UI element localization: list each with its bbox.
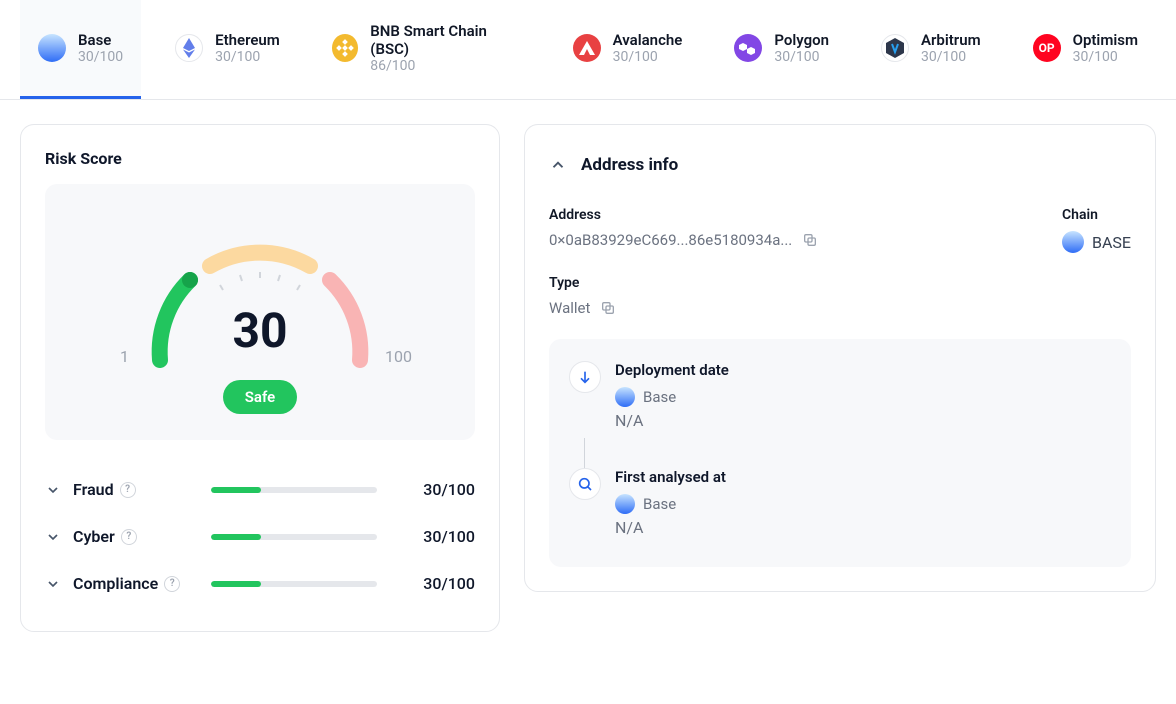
- risk-score-value: 30: [232, 302, 287, 359]
- tab-bnb-smart-chain-bsc-[interactable]: BNB Smart Chain (BSC)86/100: [314, 0, 539, 99]
- avalanche-icon: [573, 34, 601, 62]
- chain-value: BASE: [1092, 233, 1131, 252]
- tab-score: 30/100: [78, 49, 123, 65]
- metric-bar: [211, 534, 377, 540]
- chevron-down-icon: [45, 482, 61, 498]
- gauge-box: 1 100 30 Safe: [45, 184, 475, 440]
- base-icon: [38, 34, 66, 62]
- timeline-chain: Base: [615, 387, 1111, 407]
- safe-badge: Safe: [223, 380, 297, 414]
- tab-name: Optimism: [1073, 31, 1138, 49]
- optimism-icon: OP: [1033, 34, 1061, 62]
- address-label: Address: [549, 207, 1014, 223]
- base-chain-icon: [615, 494, 635, 514]
- address-value: 0×0aB83929eC669...86e5180934a...: [549, 231, 792, 249]
- timeline-item: Deployment date Base N/A: [569, 361, 1111, 430]
- metric-row-fraud[interactable]: Fraud ? 30/100: [45, 466, 475, 513]
- tab-arbitrum[interactable]: Arbitrum30/100: [863, 0, 999, 99]
- tab-base[interactable]: Base30/100: [20, 0, 141, 99]
- metric-score: 30/100: [407, 574, 475, 593]
- tab-score: 86/100: [370, 58, 520, 74]
- metric-row-compliance[interactable]: Compliance ? 30/100: [45, 560, 475, 607]
- main-content: Risk Score: [0, 100, 1176, 656]
- ethereum-icon: [175, 34, 203, 62]
- tab-score: 30/100: [1073, 49, 1138, 65]
- metric-name: Cyber ?: [73, 527, 181, 546]
- metric-name: Fraud ?: [73, 480, 181, 499]
- arbitrum-icon: [881, 34, 909, 62]
- metric-bar: [211, 487, 377, 493]
- polygon-icon: [734, 34, 762, 62]
- gauge-max: 100: [385, 347, 412, 366]
- tab-name: Ethereum: [215, 31, 280, 49]
- timeline-title: Deployment date: [615, 361, 1111, 379]
- metric-row-cyber[interactable]: Cyber ? 30/100: [45, 513, 475, 560]
- chevron-down-icon: [45, 529, 61, 545]
- type-label: Type: [549, 275, 616, 291]
- tab-score: 30/100: [215, 49, 280, 65]
- address-info-header[interactable]: Address info: [549, 149, 1131, 189]
- help-icon[interactable]: ?: [164, 576, 180, 592]
- tab-name: BNB Smart Chain (BSC): [370, 22, 520, 58]
- timeline-value: N/A: [615, 518, 1111, 537]
- chain-tabs: Base30/100Ethereum30/100BNB Smart Chain …: [0, 0, 1176, 100]
- timeline-icon: [569, 468, 601, 500]
- timeline-card: Deployment date Base N/A First analysed at B…: [549, 339, 1131, 567]
- metrics-list: Fraud ? 30/100 Cyber ? 30/100 Compliance ? 30…: [45, 466, 475, 607]
- arrow-down-icon: [577, 369, 593, 385]
- risk-score-title: Risk Score: [45, 149, 475, 168]
- chevron-up-icon: [549, 156, 567, 174]
- bnb-smart-chain-bsc--icon: [332, 34, 358, 62]
- copy-icon[interactable]: [600, 300, 616, 316]
- timeline-chain: Base: [615, 494, 1111, 514]
- metric-score: 30/100: [407, 480, 475, 499]
- timeline-value: N/A: [615, 411, 1111, 430]
- help-icon[interactable]: ?: [120, 482, 136, 498]
- timeline-icon: [569, 361, 601, 393]
- chain-label: Chain: [1062, 207, 1131, 223]
- timeline-connector: [584, 438, 585, 468]
- gauge-min: 1: [120, 347, 129, 366]
- timeline-title: First analysed at: [615, 468, 1111, 486]
- metric-score: 30/100: [407, 527, 475, 546]
- tab-name: Avalanche: [613, 31, 683, 49]
- tab-score: 30/100: [921, 49, 981, 65]
- base-chain-icon: [615, 387, 635, 407]
- tab-score: 30/100: [613, 49, 683, 65]
- tab-optimism[interactable]: OP Optimism30/100: [1015, 0, 1156, 99]
- type-value: Wallet: [549, 299, 590, 317]
- timeline-item: First analysed at Base N/A: [569, 468, 1111, 537]
- address-info-title: Address info: [581, 155, 678, 175]
- metric-bar: [211, 581, 377, 587]
- base-chain-icon: [1062, 231, 1084, 253]
- copy-icon[interactable]: [802, 232, 818, 248]
- tab-score: 30/100: [774, 49, 829, 65]
- tab-name: Base: [78, 31, 123, 49]
- chevron-down-icon: [45, 576, 61, 592]
- tab-polygon[interactable]: Polygon30/100: [716, 0, 847, 99]
- tab-ethereum[interactable]: Ethereum30/100: [157, 0, 298, 99]
- risk-score-card: Risk Score: [20, 124, 500, 632]
- tab-name: Arbitrum: [921, 31, 981, 49]
- metric-name: Compliance ?: [73, 574, 181, 593]
- address-info-card: Address info Address 0×0aB83929eC669...8…: [524, 124, 1156, 592]
- tab-name: Polygon: [774, 31, 829, 49]
- help-icon[interactable]: ?: [121, 529, 137, 545]
- search-icon: [577, 476, 593, 492]
- tab-avalanche[interactable]: Avalanche30/100: [555, 0, 701, 99]
